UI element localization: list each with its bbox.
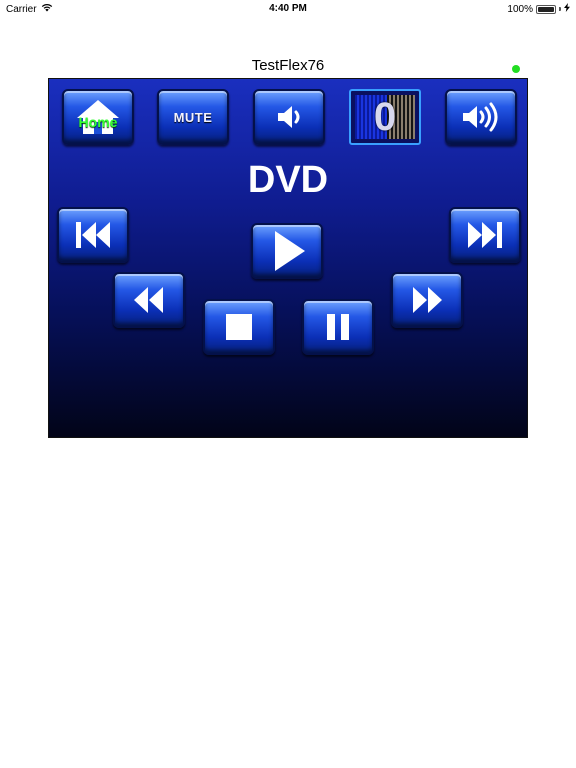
clock: 4:40 PM (269, 3, 307, 14)
status-bar: Carrier 4:40 PM 100% (0, 0, 576, 18)
fast-forward-button[interactable] (391, 272, 463, 328)
battery-info: 100% (507, 3, 570, 15)
play-icon (267, 229, 307, 273)
volume-value: 0 (373, 95, 397, 139)
battery-percent: 100% (507, 3, 533, 15)
next-track-button[interactable] (449, 207, 521, 263)
pause-icon (321, 312, 355, 342)
rewind-icon (129, 285, 169, 315)
charging-icon (564, 3, 570, 15)
volume-up-button[interactable] (445, 89, 517, 145)
rewind-button[interactable] (113, 272, 185, 328)
battery-tip (559, 7, 561, 11)
speaker-low-icon (272, 102, 306, 132)
volume-down-button[interactable] (253, 89, 325, 145)
page-title: TestFlex76 (251, 57, 325, 74)
connection-status-indicator (512, 65, 520, 73)
volume-level-display: 0 (349, 89, 421, 145)
skip-previous-icon (71, 219, 115, 251)
fast-forward-icon (407, 285, 447, 315)
home-button[interactable]: Home (62, 89, 134, 145)
remote-panel: Home MUTE 0 DVD (48, 78, 528, 438)
skip-next-icon (463, 219, 507, 251)
stop-icon (222, 312, 256, 342)
home-label: Home (78, 114, 118, 130)
play-button[interactable] (251, 223, 323, 279)
speaker-high-icon (459, 102, 503, 132)
battery-fill (538, 6, 554, 12)
stop-button[interactable] (203, 299, 275, 355)
previous-track-button[interactable] (57, 207, 129, 263)
pause-button[interactable] (302, 299, 374, 355)
mute-button[interactable]: MUTE (157, 89, 229, 145)
mute-label: MUTE (173, 109, 213, 125)
source-label: DVD (247, 159, 329, 201)
battery-icon (536, 4, 556, 14)
